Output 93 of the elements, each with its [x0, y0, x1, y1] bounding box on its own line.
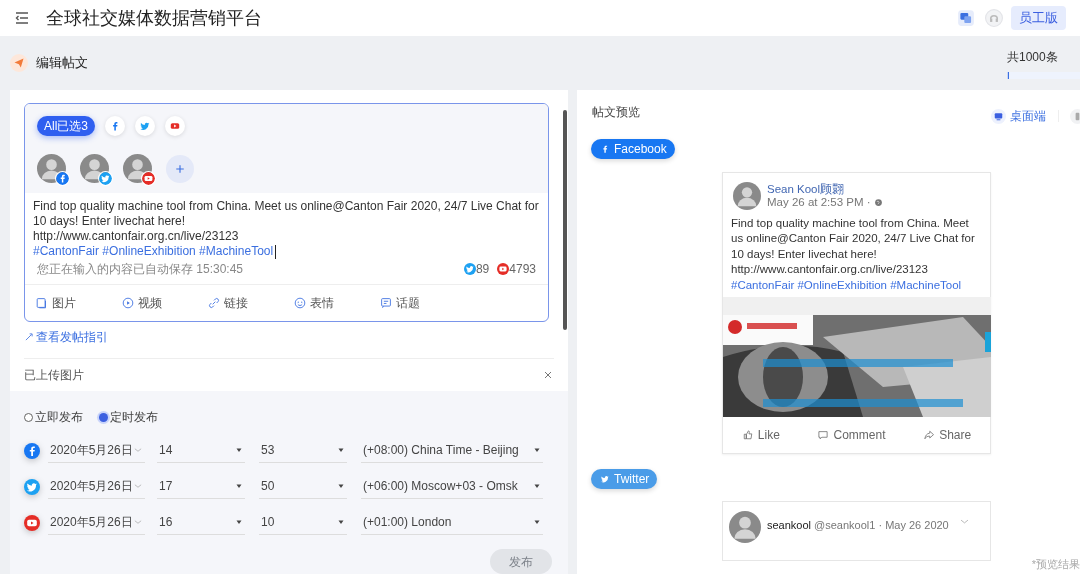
toolbar-button[interactable]: 视频	[121, 294, 207, 312]
edition-badge: 员工版	[1011, 6, 1066, 30]
post-action-button[interactable]: Comment	[817, 426, 886, 445]
select-field[interactable]: 17	[157, 474, 245, 499]
topic-icon	[379, 296, 393, 310]
twitter-icon	[463, 263, 476, 275]
close-icon[interactable]	[542, 369, 554, 381]
author-name: Sean Kool顾翾	[767, 183, 846, 196]
caret-icon	[337, 518, 345, 526]
youtube-icon	[24, 514, 40, 531]
caret-icon	[337, 482, 345, 490]
select-field[interactable]: 53	[259, 438, 347, 463]
app-title: 全球社交媒体数据营销平台	[46, 6, 262, 30]
image-icon	[35, 296, 49, 310]
select-field[interactable]: 50	[259, 474, 347, 499]
comment-icon	[817, 429, 830, 442]
author-name: seankool	[767, 518, 812, 534]
post-body-text: Find top quality machine tool from China. Meet us online@Canton Fair 2020, 24/7 Live Chat for 10 days! Enter livechat here!	[731, 216, 976, 262]
hashtags-text: #CantonFair #OnlineExhibition #MachineTool	[33, 244, 274, 259]
preview-footnote: *预览结果	[1031, 556, 1080, 572]
character-count: 89	[475, 261, 490, 278]
send-icon	[10, 54, 28, 72]
tweet-meta: @seankool1 · May 26 2020	[814, 518, 949, 534]
avatar-icon	[733, 182, 761, 210]
text-cursor	[275, 244, 277, 259]
select-field[interactable]: (+06:00) Moscow+03 - Omsk	[361, 474, 543, 499]
post-url-text: http://www.cantonfair.org.cn/live/23123	[33, 229, 240, 244]
select-field[interactable]: 2020年5月26日	[48, 438, 145, 463]
select-field[interactable]: 2020年5月26日	[48, 510, 145, 535]
scrollbar-thumb[interactable]	[563, 110, 567, 330]
select-field[interactable]: 10	[259, 510, 347, 535]
caret-icon	[235, 446, 243, 454]
youtube-icon	[497, 263, 510, 275]
platform-filter[interactable]	[165, 116, 185, 136]
caret-icon	[235, 518, 243, 526]
select-field[interactable]: (+01:00) London	[361, 510, 543, 535]
uploads-title: 已上传图片	[24, 367, 84, 384]
facebook-icon	[24, 442, 40, 459]
avatar-icon	[729, 511, 761, 544]
toolbar-button[interactable]: 话题	[379, 294, 465, 312]
chevron-down-icon	[133, 445, 143, 455]
menu-icon[interactable]	[14, 10, 30, 26]
platform-filter[interactable]	[105, 116, 125, 136]
caret-icon	[533, 446, 541, 454]
platform-filter[interactable]: All已选3	[37, 116, 95, 136]
radio-option[interactable]: 定时发布	[99, 408, 158, 426]
toolbar-button[interactable]: 表情	[293, 294, 379, 312]
post-url-text: http://www.cantonfair.org.cn/live/23123	[731, 262, 929, 278]
desktop-view-tab[interactable]: 桌面端	[991, 107, 1046, 125]
page-title: 编辑帖文	[36, 54, 88, 73]
guide-link[interactable]: 查看发帖指引	[24, 328, 108, 346]
emoji-icon	[293, 296, 307, 310]
like-icon	[741, 429, 754, 442]
radio-button[interactable]	[99, 412, 108, 422]
twitter-icon	[99, 172, 112, 185]
radio-button[interactable]	[24, 412, 33, 422]
toolbar-button[interactable]: 图片	[35, 294, 121, 312]
link-icon	[207, 296, 221, 310]
count-label: 共1000条	[1007, 48, 1059, 66]
share-icon	[923, 429, 936, 442]
add-account-button[interactable]	[166, 154, 194, 183]
select-field[interactable]: 14	[157, 438, 245, 463]
autosave-text: 您正在输入的内容已自动保存 15:30:45	[37, 261, 244, 278]
youtube-icon	[142, 172, 155, 185]
caret-icon	[337, 446, 345, 454]
post-action-button[interactable]: Like	[741, 426, 780, 445]
post-body-text: Find top quality machine tool from China. Meet us online@Canton Fair 2020, 24/7 Live Chat for 10 days! Enter livechat here!	[33, 199, 540, 229]
plus-icon	[174, 162, 186, 175]
toolbar-button[interactable]: 链接	[207, 294, 293, 312]
facebook-icon	[56, 172, 69, 185]
select-field[interactable]: 16	[157, 510, 245, 535]
twitter-icon	[24, 478, 40, 495]
radio-option[interactable]: 立即发布	[24, 408, 83, 426]
caret-icon	[533, 518, 541, 526]
arrow-icon	[24, 332, 34, 342]
translate-icon[interactable]	[957, 9, 975, 27]
chevron-down-icon	[133, 481, 143, 491]
post-time: May 26 at 2:53 PM ·	[767, 196, 871, 209]
platform-tag[interactable]: Facebook	[591, 139, 675, 159]
post-action-button[interactable]: Share	[923, 426, 972, 445]
caret-icon	[235, 482, 243, 490]
globe-icon	[873, 198, 883, 207]
caret-icon	[533, 482, 541, 490]
preview-title: 帖文预览	[592, 104, 640, 121]
monitor-icon	[991, 108, 1006, 124]
video-icon	[121, 296, 135, 310]
character-count: 4793	[509, 261, 536, 278]
chevron-down-icon	[133, 517, 143, 527]
hashtags-text: #CantonFair #OnlineExhibition #MachineTool	[731, 277, 963, 293]
select-field[interactable]: 2020年5月26日	[48, 474, 145, 499]
mobile-icon[interactable]	[1070, 108, 1080, 124]
select-field[interactable]: (+08:00) China Time - Beijing	[361, 438, 543, 463]
platform-filter[interactable]	[135, 116, 155, 136]
